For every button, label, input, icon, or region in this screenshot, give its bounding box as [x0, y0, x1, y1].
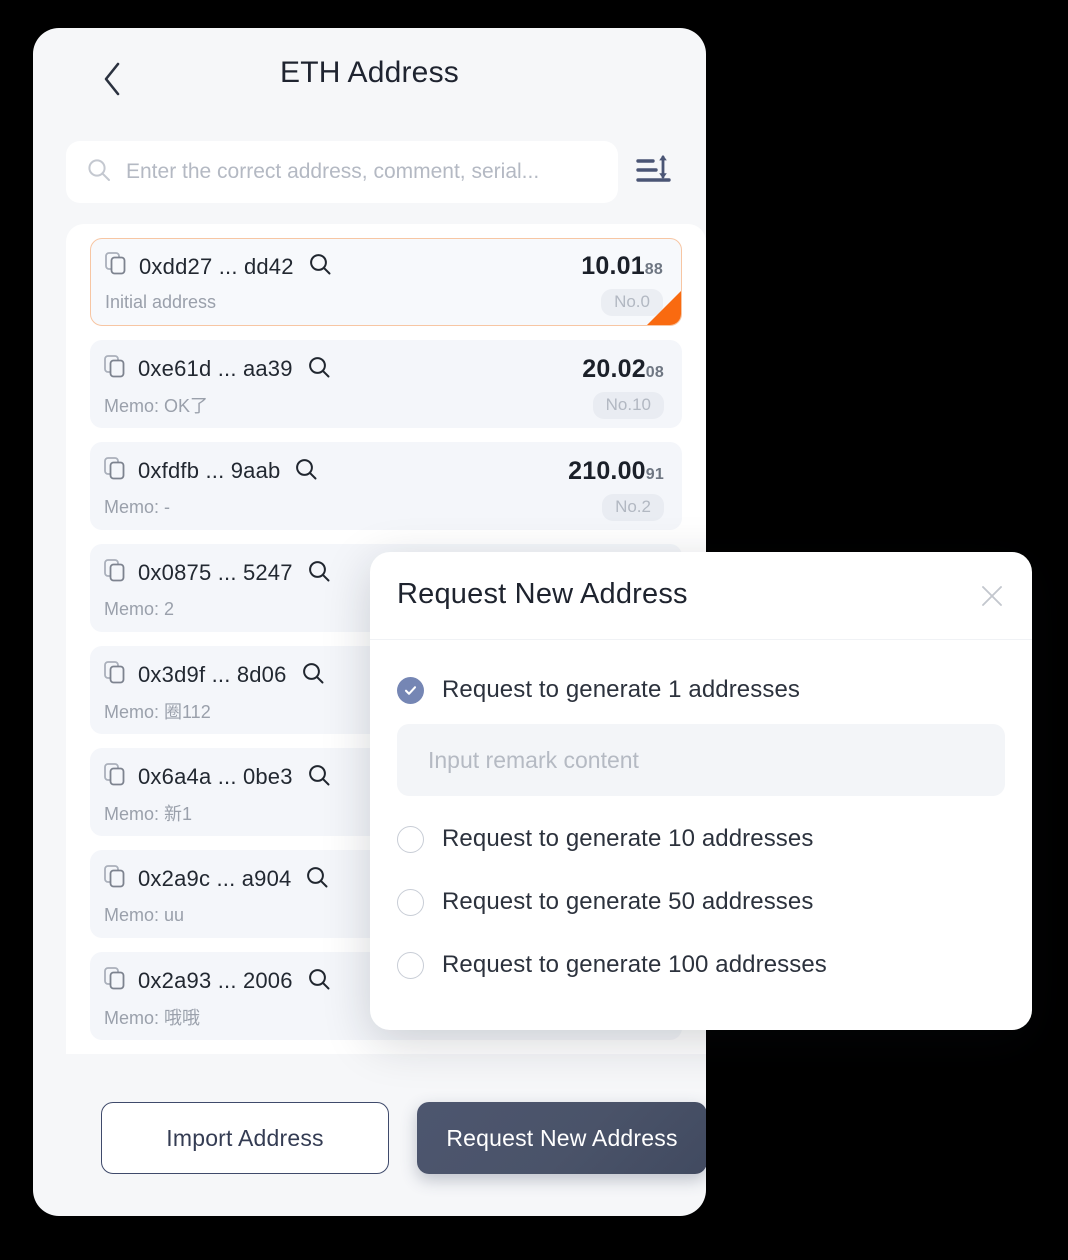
table-row[interactable]: 0xe61d ... aa39 20.0208 Memo: OK了 No.10: [90, 340, 682, 428]
amount-main: 210.00: [568, 456, 646, 485]
radio-unchecked-icon: [397, 888, 424, 916]
address-text: 0x6a4a ... 0be3: [138, 764, 293, 789]
app-header: ETH Address: [33, 28, 706, 126]
copy-icon[interactable]: [105, 252, 127, 281]
radio-option-50-label: Request to generate 50 addresses: [442, 888, 814, 915]
request-new-address-button[interactable]: Request New Address: [417, 1102, 706, 1174]
status-badge: No.10: [592, 391, 664, 419]
address-text: 0xfdfb ... 9aab: [138, 458, 281, 483]
copy-icon[interactable]: [104, 354, 126, 384]
magnify-icon[interactable]: [308, 252, 332, 281]
amount: 10.0188: [581, 252, 663, 281]
address-text: 0x2a93 ... 2006: [138, 968, 293, 993]
address-text: 0x0875 ... 5247: [138, 560, 293, 585]
close-button[interactable]: [976, 582, 1008, 614]
import-address-button[interactable]: Import Address: [101, 1102, 389, 1174]
magnify-icon[interactable]: [307, 967, 331, 996]
radio-option-1-label: Request to generate 1 addresses: [442, 676, 801, 703]
table-row[interactable]: 0xfdfb ... 9aab 210.0091 Memo: - No.2: [90, 442, 682, 530]
memo-text: Memo: 圈112: [104, 702, 211, 722]
address-row-top: 0xfdfb ... 9aab 210.0091: [104, 454, 664, 488]
corner-flag-icon: [647, 291, 681, 325]
amount: 20.0208: [582, 355, 664, 384]
copy-icon[interactable]: [104, 864, 126, 894]
search-input[interactable]: Enter the correct address, comment, seri…: [66, 141, 618, 203]
search-icon: [86, 157, 112, 188]
remark-placeholder: Input remark content: [428, 746, 639, 773]
table-row[interactable]: 0xdd27 ... dd42 10.0188 Initial address …: [90, 238, 682, 326]
magnify-icon[interactable]: [301, 661, 325, 690]
dialog-title: Request New Address: [397, 578, 688, 610]
address-row-top: 0xe61d ... aa39 20.0208: [104, 352, 664, 386]
copy-icon[interactable]: [104, 966, 126, 996]
memo-text: Memo: 哦哦: [104, 1008, 201, 1028]
memo-text: Memo: OK了: [104, 396, 209, 416]
radio-option-100-label: Request to generate 100 addresses: [442, 951, 827, 978]
radio-checked-icon: [397, 676, 424, 704]
memo-text: Memo: uu: [104, 904, 185, 925]
request-new-address-dialog: Request New Address Request to generate: [370, 552, 1032, 1030]
search-row: Enter the correct address, comment, seri…: [66, 138, 673, 206]
dialog-header: Request New Address: [370, 552, 1032, 640]
address-text: 0xe61d ... aa39: [138, 356, 293, 381]
sort-button[interactable]: [632, 150, 676, 194]
radio-option-50[interactable]: Request to generate 50 addresses: [397, 882, 1005, 922]
amount-fraction: 88: [644, 261, 663, 278]
close-icon: [979, 583, 1005, 614]
address-text: 0xdd27 ... dd42: [139, 253, 294, 279]
radio-option-10-label: Request to generate 10 addresses: [442, 825, 814, 852]
magnify-icon[interactable]: [307, 763, 331, 792]
sort-lines-icon: [636, 153, 672, 192]
amount: 210.0091: [568, 457, 664, 486]
address-text: 0x3d9f ... 8d06: [138, 662, 287, 687]
memo-text: Memo: 2: [104, 598, 175, 619]
page-title: ETH Address: [280, 56, 459, 89]
memo-text: Memo: 新1: [104, 804, 193, 824]
amount-fraction: 91: [645, 465, 664, 483]
dialog-body: Request to generate 1 addresses Input re…: [370, 640, 1032, 985]
amount-fraction: 08: [645, 363, 664, 381]
address-text: 0x2a9c ... a904: [138, 866, 292, 891]
magnify-icon[interactable]: [307, 355, 331, 384]
address-row-top: 0xdd27 ... dd42 10.0188: [105, 250, 663, 284]
footer-actions: Import Address Request New Address: [66, 1090, 706, 1186]
search-placeholder: Enter the correct address, comment, seri…: [126, 160, 540, 183]
address-row-bottom: Memo: OK了 No.10: [104, 388, 664, 422]
magnify-icon[interactable]: [305, 865, 329, 894]
address-row-bottom: Memo: - No.2: [104, 490, 664, 524]
radio-option-100[interactable]: Request to generate 100 addresses: [397, 945, 1005, 985]
radio-option-10[interactable]: Request to generate 10 addresses: [397, 819, 1005, 859]
amount-main: 10.01: [581, 252, 645, 280]
copy-icon[interactable]: [104, 660, 126, 690]
address-row-bottom: Initial address No.0: [105, 286, 663, 320]
amount-main: 20.02: [582, 354, 646, 383]
status-badge: No.2: [602, 493, 664, 521]
magnify-icon[interactable]: [307, 559, 331, 588]
copy-icon[interactable]: [104, 558, 126, 588]
radio-option-1[interactable]: Request to generate 1 addresses: [397, 670, 1005, 710]
radio-unchecked-icon: [397, 951, 424, 979]
copy-icon[interactable]: [104, 762, 126, 792]
screen-root: ETH Address Enter the correct address, c…: [0, 0, 1068, 1260]
memo-text: Memo: -: [104, 496, 171, 517]
copy-icon[interactable]: [104, 456, 126, 486]
magnify-icon[interactable]: [294, 457, 318, 486]
remark-input[interactable]: Input remark content: [397, 724, 1005, 796]
radio-unchecked-icon: [397, 825, 424, 853]
memo-text: Initial address: [105, 292, 217, 312]
